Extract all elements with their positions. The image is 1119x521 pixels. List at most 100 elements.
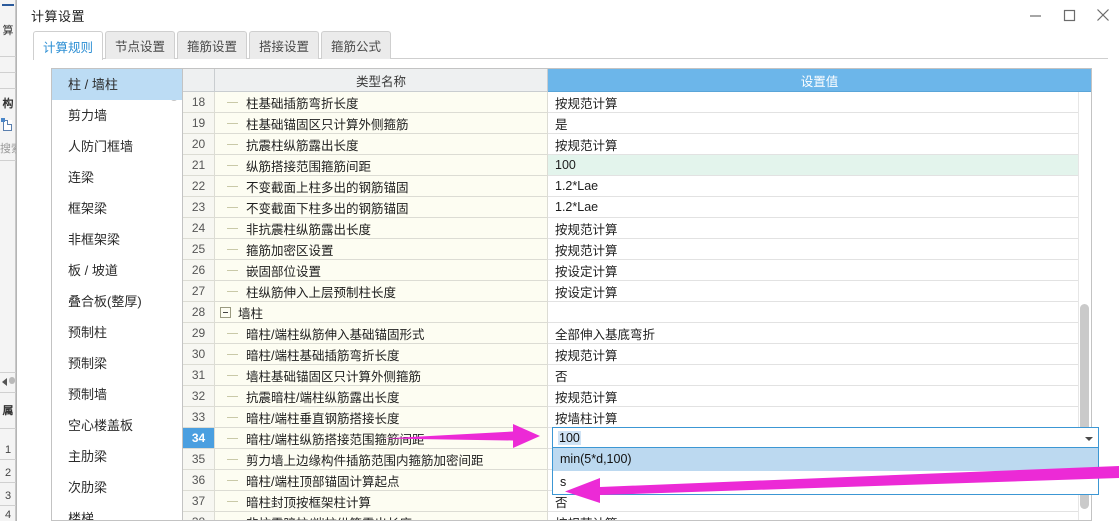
row-index[interactable]: 26 — [183, 260, 215, 281]
collapse-group-icon[interactable] — [220, 306, 231, 318]
table-row[interactable]: 32 抗震暗柱/端柱纵筋露出长度 按规范计算 — [183, 386, 1091, 407]
sidebar-item-composite-slab[interactable]: 叠合板(整厚) — [52, 286, 182, 317]
row-setting-value-cell[interactable]: 是 — [548, 113, 1091, 134]
sidebar-item-coupling-beam[interactable]: 连梁 — [52, 162, 182, 193]
row-type-name-cell[interactable]: 嵌固部位设置 — [215, 260, 548, 281]
tab-node-settings[interactable]: 节点设置 — [105, 31, 175, 59]
row-index[interactable]: 21 — [183, 155, 215, 176]
tab-lap-settings[interactable]: 搭接设置 — [249, 31, 319, 59]
row-index[interactable]: 38 — [183, 512, 215, 520]
sidebar-item-stair[interactable]: 楼梯 — [52, 503, 182, 520]
row-type-name-cell[interactable]: 不变截面下柱多出的钢筋锚固 — [215, 197, 548, 218]
row-type-name-cell[interactable]: 柱基础插筋弯折长度 — [215, 92, 548, 113]
splitter-handle[interactable] — [9, 377, 15, 384]
table-row[interactable]: 30 暗柱/端柱基础插筋弯折长度 按规范计算 — [183, 344, 1091, 365]
table-row[interactable]: 33 暗柱/端柱垂直钢筋搭接长度 按墙柱计算 — [183, 407, 1091, 428]
sidebar-item-precast-wall[interactable]: 预制墙 — [52, 379, 182, 410]
row-setting-value-cell[interactable]: 按规范计算 — [548, 239, 1091, 260]
table-row[interactable]: 38 非抗震暗柱/端柱纵筋露出长度 按规范计算 — [183, 512, 1091, 520]
sidebar-item-slab-ramp[interactable]: 板 / 坡道 — [52, 255, 182, 286]
row-index[interactable]: 29 — [183, 323, 215, 344]
row-index[interactable]: 34 — [183, 428, 215, 449]
row-type-name-cell[interactable]: 暗柱/端柱基础插筋弯折长度 — [215, 344, 548, 365]
row-index[interactable]: 20 — [183, 134, 215, 155]
sidebar-item-civil-defense-frame-wall[interactable]: 人防门框墙 — [52, 131, 182, 162]
row-type-name-cell[interactable]: 非抗震暗柱/端柱纵筋露出长度 — [215, 512, 548, 520]
tab-stirrup-formula[interactable]: 箍筋公式 — [321, 31, 391, 59]
grid-header-setting-value[interactable]: 设置值 — [548, 69, 1091, 92]
sidebar-item-precast-beam[interactable]: 预制梁 — [52, 348, 182, 379]
row-type-name-cell[interactable]: 非抗震柱纵筋露出长度 — [215, 218, 548, 239]
row-type-name-cell[interactable]: 不变截面上柱多出的钢筋锚固 — [215, 176, 548, 197]
row-setting-value-cell[interactable]: 1.2*Lae — [548, 176, 1091, 197]
row-type-name-cell[interactable]: 暗柱/端柱顶部锚固计算起点 — [215, 470, 548, 491]
row-index[interactable]: 35 — [183, 449, 215, 470]
table-row[interactable]: 23 不变截面下柱多出的钢筋锚固 1.2*Lae — [183, 197, 1091, 218]
row-index[interactable]: 19 — [183, 113, 215, 134]
row-setting-value-cell[interactable]: 按设定计算 — [548, 281, 1091, 302]
table-row[interactable]: 24 非抗震柱纵筋露出长度 按规范计算 — [183, 218, 1091, 239]
row-type-name-cell[interactable]: 柱纵筋伸入上层预制柱长度 — [215, 281, 548, 302]
sidebar-item-main-rib-beam[interactable]: 主肋梁 — [52, 441, 182, 472]
minimize-button[interactable] — [1018, 0, 1052, 30]
row-setting-value-cell[interactable] — [548, 302, 1091, 323]
row-setting-value-cell[interactable]: 100 — [548, 155, 1091, 176]
row-setting-value-cell[interactable]: 按设定计算 — [548, 260, 1091, 281]
chevron-down-icon[interactable] — [1085, 428, 1093, 449]
maximize-button[interactable] — [1052, 0, 1086, 30]
table-row[interactable]: 27 柱纵筋伸入上层预制柱长度 按设定计算 — [183, 281, 1091, 302]
row-type-name-cell[interactable]: 柱基础锚固区只计算外侧箍筋 — [215, 113, 548, 134]
row-type-name-cell[interactable]: 墙柱 — [215, 302, 548, 323]
collapse-arrow-icon[interactable] — [2, 378, 7, 386]
table-row[interactable]: 22 不变截面上柱多出的钢筋锚固 1.2*Lae — [183, 176, 1091, 197]
row-index[interactable]: 31 — [183, 365, 215, 386]
close-button[interactable] — [1086, 0, 1119, 30]
table-row[interactable]: 29 暗柱/端柱纵筋伸入基础锚固形式 全部伸入基底弯折 — [183, 323, 1091, 344]
row-index[interactable]: 24 — [183, 218, 215, 239]
row-setting-value-cell[interactable]: 按规范计算 — [548, 134, 1091, 155]
row-type-name-cell[interactable]: 剪力墙上边缘构件插筋范围内箍筋加密间距 — [215, 449, 548, 470]
row-index[interactable]: 18 — [183, 92, 215, 113]
row-type-name-cell[interactable]: 暗柱/端柱纵筋伸入基础锚固形式 — [215, 323, 548, 344]
row-setting-value-cell[interactable]: 否 — [548, 365, 1091, 386]
row-setting-value-cell[interactable]: 按规范计算 — [548, 92, 1091, 113]
row-index[interactable]: 37 — [183, 491, 215, 512]
table-row[interactable]: 21 纵筋搭接范围箍筋间距 100 — [183, 155, 1091, 176]
row-setting-value-cell[interactable]: 1.2*Lae — [548, 197, 1091, 218]
sidebar-item-column-wallcolumn[interactable]: 柱 / 墙柱 — [52, 69, 182, 100]
row-setting-value-cell[interactable]: 按规范计算 — [548, 512, 1091, 520]
table-row[interactable]: 26 嵌固部位设置 按设定计算 — [183, 260, 1091, 281]
row-type-name-cell[interactable]: 抗震暗柱/端柱纵筋露出长度 — [215, 386, 548, 407]
tab-stirrup-settings[interactable]: 箍筋设置 — [177, 31, 247, 59]
table-row[interactable]: 31 墙柱基础锚固区只计算外侧箍筋 否 — [183, 365, 1091, 386]
row-setting-value-cell[interactable]: 按墙柱计算 — [548, 407, 1091, 428]
grid-header-type-name[interactable]: 类型名称 — [215, 69, 548, 92]
row-index[interactable]: 27 — [183, 281, 215, 302]
setting-value-input[interactable]: 100 — [558, 430, 581, 445]
setting-value-combobox[interactable]: 100 — [552, 427, 1099, 448]
row-index[interactable]: 25 — [183, 239, 215, 260]
row-type-name-cell[interactable]: 纵筋搭接范围箍筋间距 — [215, 155, 548, 176]
table-row[interactable]: 18 柱基础插筋弯折长度 按规范计算 — [183, 92, 1091, 113]
table-row[interactable]: 19 柱基础锚固区只计算外侧箍筋 是 — [183, 113, 1091, 134]
row-index[interactable]: 36 — [183, 470, 215, 491]
row-type-name-cell[interactable]: 墙柱基础锚固区只计算外侧箍筋 — [215, 365, 548, 386]
sidebar-item-non-frame-beam[interactable]: 非框架梁 — [52, 224, 182, 255]
row-setting-value-cell[interactable]: 按规范计算 — [548, 218, 1091, 239]
row-type-name-cell[interactable]: 暗柱/端柱垂直钢筋搭接长度 — [215, 407, 548, 428]
sidebar-item-shear-wall[interactable]: 剪力墙 — [52, 100, 182, 131]
dropdown-option-min5d100[interactable]: min(5*d,100) — [553, 448, 1098, 471]
row-setting-value-cell[interactable]: 按规范计算 — [548, 344, 1091, 365]
row-index[interactable]: 33 — [183, 407, 215, 428]
row-type-name-cell[interactable]: 暗柱封顶按框架柱计算 — [215, 491, 548, 512]
row-type-name-cell[interactable]: 暗柱/端柱纵筋搭接范围箍筋间距 — [215, 428, 548, 449]
row-index[interactable]: 28 — [183, 302, 215, 323]
sidebar-item-hollow-floor-slab[interactable]: 空心楼盖板 — [52, 410, 182, 441]
table-row[interactable]: 25 箍筋加密区设置 按规范计算 — [183, 239, 1091, 260]
table-row[interactable]: 28 墙柱 — [183, 302, 1091, 323]
table-row[interactable]: 20 抗震柱纵筋露出长度 按规范计算 — [183, 134, 1091, 155]
row-setting-value-cell[interactable]: 全部伸入基底弯折 — [548, 323, 1091, 344]
row-type-name-cell[interactable]: 抗震柱纵筋露出长度 — [215, 134, 548, 155]
tab-calculation-rules[interactable]: 计算规则 — [33, 31, 103, 60]
row-index[interactable]: 32 — [183, 386, 215, 407]
